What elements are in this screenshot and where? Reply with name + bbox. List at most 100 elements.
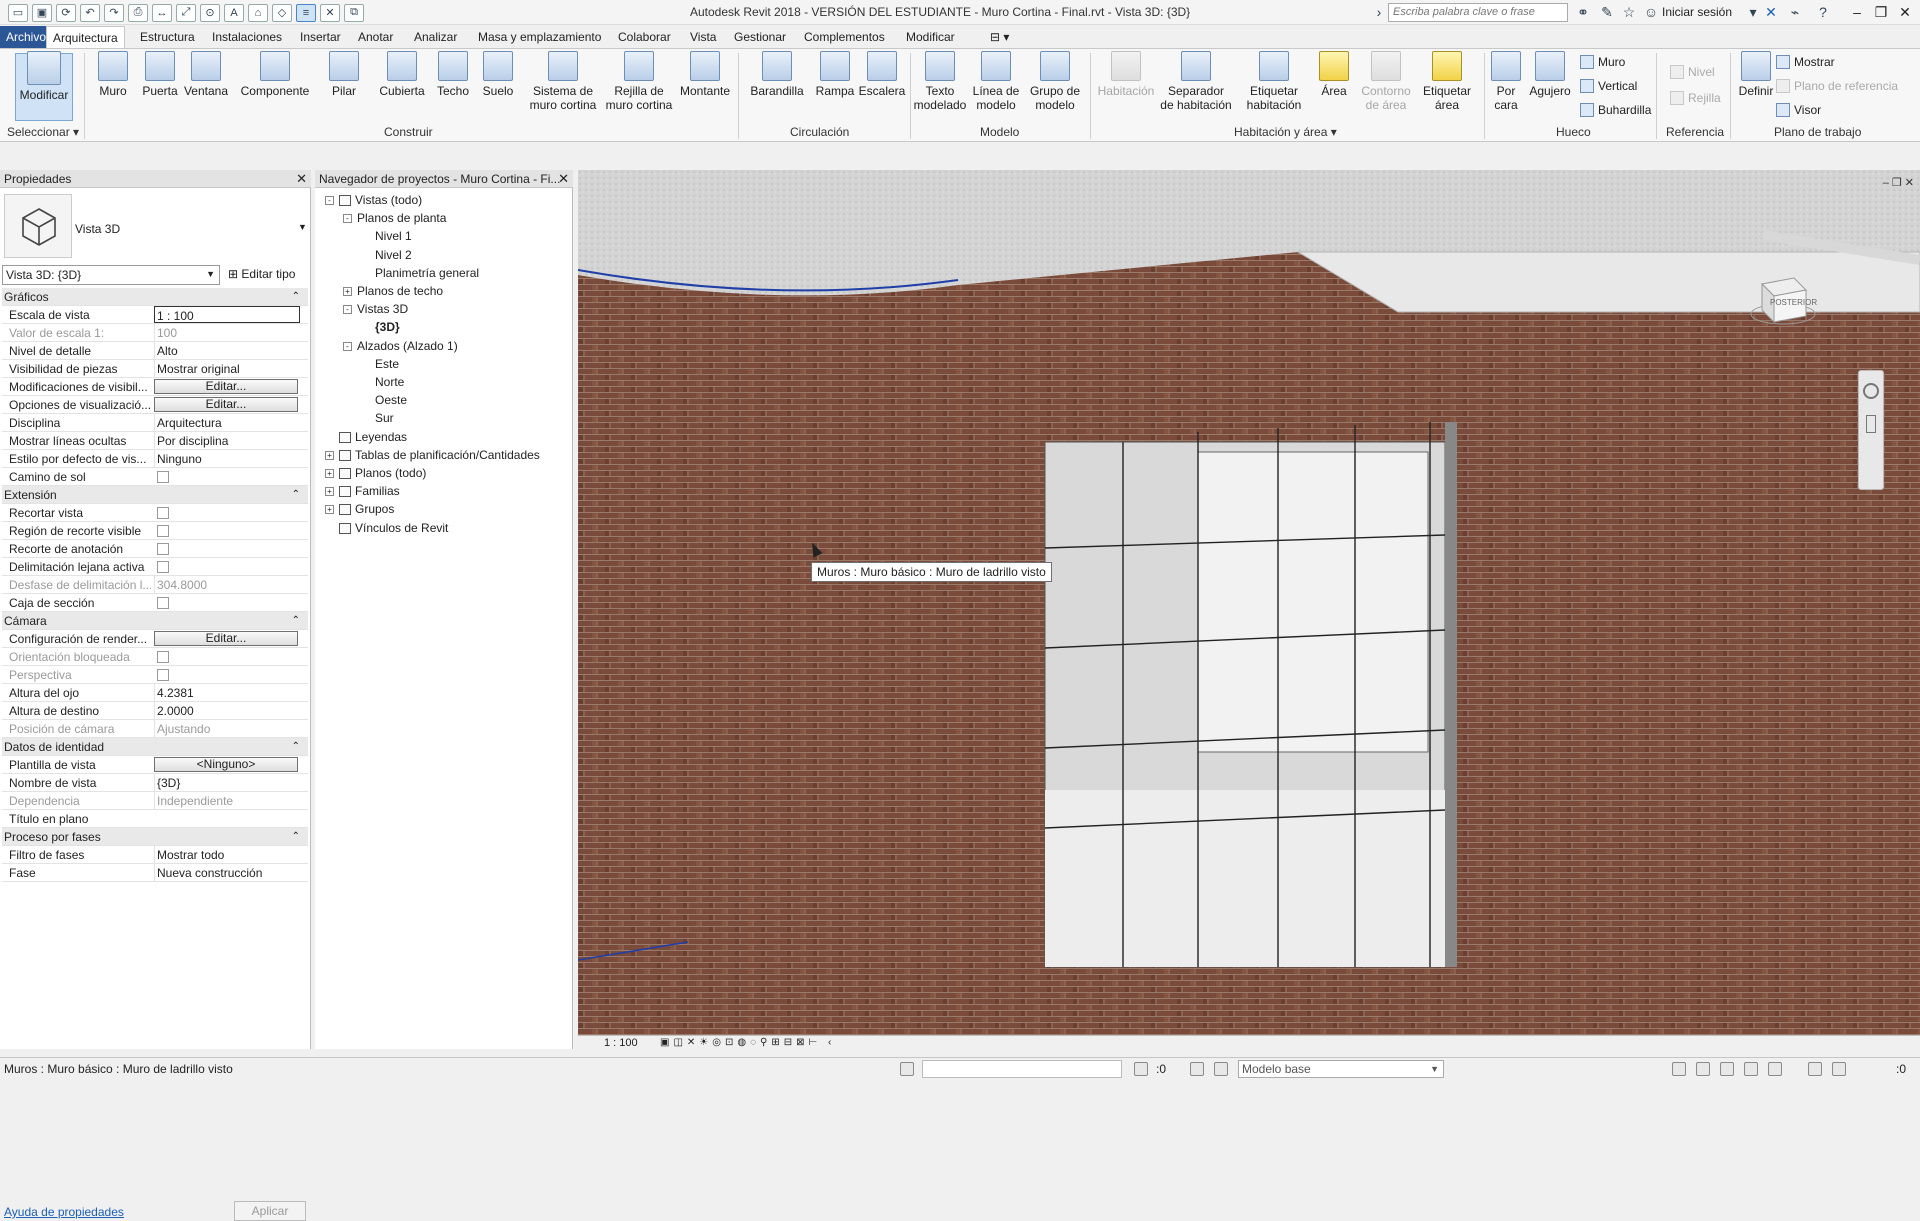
room-area-panel-label[interactable]: Habitación y área ▾: [1234, 125, 1337, 139]
property-row[interactable]: Caja de sección: [2, 594, 308, 612]
show-workplane-button[interactable]: Mostrar: [1776, 55, 1835, 69]
property-edit-button[interactable]: Editar...: [154, 379, 298, 394]
3d-view-icon[interactable]: ⌂: [248, 3, 268, 22]
dormer-button[interactable]: Buhardilla: [1580, 103, 1651, 117]
expand-icon[interactable]: +: [325, 505, 334, 515]
property-checkbox[interactable]: [157, 525, 169, 537]
modify-button[interactable]: Modificar: [16, 51, 72, 102]
select-pinned-icon[interactable]: [1720, 1062, 1734, 1076]
browser-item[interactable]: Nivel 1: [375, 228, 412, 244]
section-icon[interactable]: ◇: [272, 3, 292, 22]
property-row[interactable]: Visibilidad de piezas Mostrar original: [2, 360, 308, 378]
close-icon[interactable]: ✕: [558, 170, 569, 188]
tag-room-button[interactable]: Etiquetar habitación: [1240, 51, 1308, 112]
property-checkbox[interactable]: [157, 471, 169, 483]
property-row[interactable]: Estilo por defecto de vis... Ninguno: [2, 450, 308, 468]
room-button[interactable]: Habitación: [1092, 51, 1160, 98]
property-category[interactable]: Proceso por fases ⌃: [2, 828, 308, 846]
favorites-icon[interactable]: ☆: [1620, 3, 1638, 21]
property-category[interactable]: Gráficos ⌃: [2, 288, 308, 306]
tag-icon[interactable]: ⊙: [200, 3, 220, 22]
browser-item[interactable]: Planimetría general: [375, 265, 479, 281]
browser-item[interactable]: Vínculos de Revit: [339, 520, 448, 536]
property-value[interactable]: Por disciplina: [154, 432, 298, 450]
tab-estructura[interactable]: Estructura: [134, 26, 201, 48]
tab-modificar[interactable]: Modificar: [900, 26, 961, 48]
3d-viewport[interactable]: POSTERIOR – ❐ ✕ Muros : Muro básico : Mu…: [578, 170, 1920, 1035]
wall-button[interactable]: Muro: [94, 51, 132, 98]
property-row[interactable]: Delimitación lejana activa: [2, 558, 308, 576]
floor-button[interactable]: Suelo: [476, 51, 520, 98]
property-value[interactable]: Nueva construcción: [154, 864, 298, 882]
tab-insertar[interactable]: Insertar: [294, 26, 347, 48]
grid-button[interactable]: Rejilla: [1670, 91, 1721, 105]
dimension-icon[interactable]: ⤢: [176, 3, 196, 22]
text-icon[interactable]: A: [224, 3, 244, 22]
browser-item[interactable]: Norte: [375, 374, 404, 390]
roof-button[interactable]: Cubierta: [376, 51, 428, 98]
room-separator-button[interactable]: Separador de habitación: [1156, 51, 1236, 112]
open-icon[interactable]: ▭: [8, 3, 28, 22]
property-row[interactable]: Valor de escala 1: 100: [2, 324, 308, 342]
switch-windows-icon[interactable]: ⧉: [344, 3, 364, 22]
maximize-button[interactable]: ❐: [1870, 2, 1892, 22]
ref-plane-button[interactable]: Plano de referencia: [1776, 79, 1898, 93]
select-by-face-icon[interactable]: [1744, 1062, 1758, 1076]
browser-item[interactable]: Planos (todo): [339, 465, 426, 481]
print-icon[interactable]: ⎙: [128, 3, 148, 22]
property-checkbox[interactable]: [157, 651, 169, 663]
thin-lines-icon[interactable]: ≡: [296, 3, 316, 22]
search-arrow-icon[interactable]: ›: [1370, 3, 1388, 21]
property-row[interactable]: Perspectiva: [2, 666, 308, 684]
context-toggle-icon[interactable]: ⊟ ▾: [984, 26, 1015, 48]
property-edit-button[interactable]: <Ninguno>: [154, 757, 298, 772]
tab-vista[interactable]: Vista: [684, 26, 722, 48]
properties-help-link[interactable]: Ayuda de propiedades: [4, 1205, 124, 1219]
property-edit-button[interactable]: Editar...: [154, 397, 298, 412]
property-row[interactable]: Configuración de render... Editar...: [2, 630, 308, 648]
property-row[interactable]: Región de recorte visible: [2, 522, 308, 540]
column-button[interactable]: Pilar: [324, 51, 364, 98]
property-checkbox[interactable]: [157, 597, 169, 609]
redo-icon[interactable]: ↷: [104, 3, 124, 22]
property-row[interactable]: Dependencia Independiente: [2, 792, 308, 810]
property-row[interactable]: Nombre de vista {3D}: [2, 774, 308, 792]
tag-area-button[interactable]: Etiquetar área: [1416, 51, 1478, 112]
tab-colaborar[interactable]: Colaborar: [612, 26, 677, 48]
user-icon[interactable]: ☺: [1642, 3, 1660, 21]
browser-item[interactable]: Oeste: [375, 392, 407, 408]
property-edit-button[interactable]: Editar...: [154, 631, 298, 646]
sync-icon[interactable]: ⟳: [56, 3, 76, 22]
browser-item[interactable]: Sur: [375, 410, 394, 426]
property-checkbox[interactable]: [157, 669, 169, 681]
apply-button[interactable]: Aplicar: [234, 1201, 306, 1221]
stair-button[interactable]: Escalera: [858, 51, 906, 98]
tab-masa[interactable]: Masa y emplazamiento: [472, 26, 607, 48]
railing-button[interactable]: Barandilla: [746, 51, 808, 98]
property-row[interactable]: Altura del ojo 4.2381: [2, 684, 308, 702]
type-name[interactable]: Vista 3D: [75, 222, 120, 236]
property-row[interactable]: Recorte de anotación: [2, 540, 308, 558]
view-control-icons[interactable]: ▣◫✕☀◎⊡◍◌⚲⊞⊟⊠⊢ ‹: [660, 1036, 835, 1050]
tab-analizar[interactable]: Analizar: [408, 26, 463, 48]
expand-icon[interactable]: +: [325, 450, 334, 460]
collapse-icon[interactable]: -: [343, 305, 352, 315]
view-instance-selector[interactable]: Vista 3D: {3D} ▼: [2, 265, 220, 285]
viewer-button[interactable]: Visor: [1776, 103, 1821, 117]
collapse-icon[interactable]: -: [343, 341, 352, 351]
model-canvas[interactable]: [578, 170, 1920, 1035]
curtain-grid-button[interactable]: Rejilla de muro cortina: [604, 51, 674, 112]
property-row[interactable]: Plantilla de vista <Ninguno>: [2, 756, 308, 774]
select-underlay-icon[interactable]: [1696, 1062, 1710, 1076]
property-value[interactable]: Arquitectura: [154, 414, 298, 432]
property-row[interactable]: Camino de sol: [2, 468, 308, 486]
browser-item[interactable]: Nivel 2: [375, 247, 412, 263]
ceiling-button[interactable]: Techo: [432, 51, 474, 98]
property-input[interactable]: 1 : 100: [154, 306, 300, 323]
component-button[interactable]: Componente: [238, 51, 312, 98]
minimize-button[interactable]: –: [1846, 2, 1868, 22]
collapse-icon[interactable]: -: [325, 196, 334, 205]
undo-icon[interactable]: ↶: [80, 3, 100, 22]
area-button[interactable]: Área: [1312, 51, 1356, 98]
help-icon[interactable]: ?: [1814, 3, 1832, 21]
